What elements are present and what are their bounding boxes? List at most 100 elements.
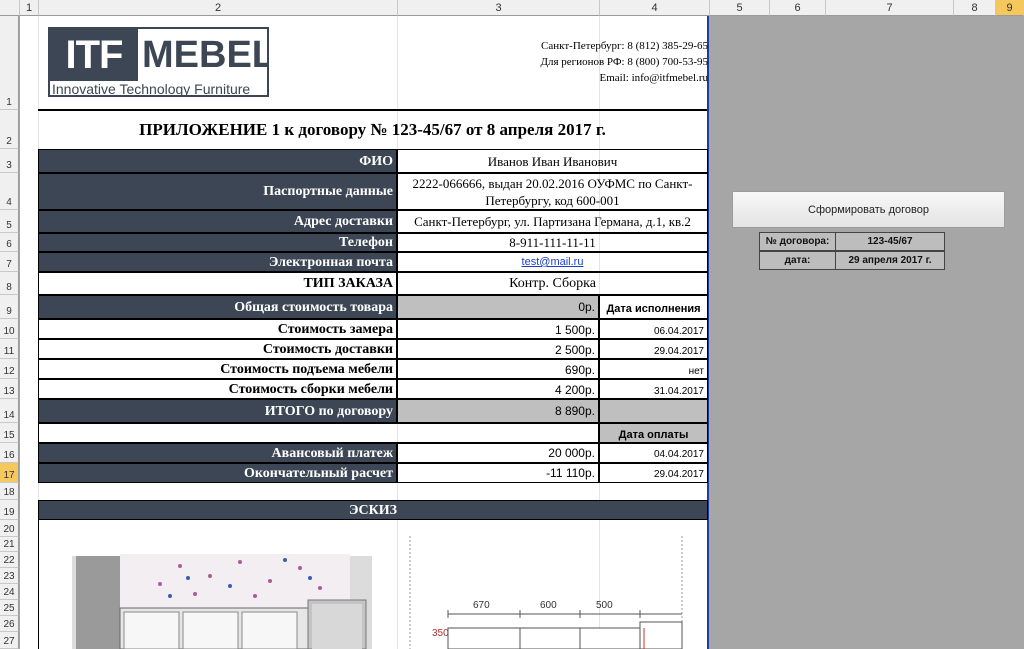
row-header[interactable]: 22 <box>0 552 19 568</box>
column-header-7[interactable]: 7 <box>826 0 954 16</box>
fio-value[interactable]: Иванов Иван Иванович <box>397 149 708 173</box>
row-header[interactable]: 1 <box>0 16 19 110</box>
passport-label: Паспортные данные <box>38 173 397 210</box>
row-header[interactable]: 11 <box>0 339 19 359</box>
logo-wordmark: MEBEL <box>142 34 267 76</box>
row-header[interactable]: 4 <box>0 173 19 210</box>
page-title: ПРИЛОЖЕНИЕ 1 к договору № 123-45/67 от 8… <box>139 120 606 139</box>
row-header[interactable]: 6 <box>0 233 19 252</box>
sketch-header: ЭСКИЗ <box>38 500 708 520</box>
column-header-4[interactable]: 4 <box>600 0 710 16</box>
address-label: Адрес доставки <box>38 210 397 233</box>
row-header[interactable]: 26 <box>0 616 19 632</box>
delivery-cost-value[interactable]: 2 500р. <box>397 339 599 359</box>
final-payment-value[interactable]: -11 110р. <box>397 463 599 483</box>
column-header-2[interactable]: 2 <box>39 0 398 16</box>
row-header[interactable]: 23 <box>0 568 19 584</box>
kitchen-drawing: 670 600 500 350 <box>409 536 683 649</box>
column-header-3[interactable]: 3 <box>398 0 600 16</box>
total-label: ИТОГО по договору <box>38 399 397 423</box>
passport-value[interactable]: 2222-066666, выдан 20.02.2016 ОУФМС по С… <box>397 173 708 210</box>
row-header[interactable]: 2 <box>0 110 19 149</box>
column-header-1[interactable]: 1 <box>20 0 39 16</box>
row-header[interactable]: 16 <box>0 443 19 463</box>
row-header[interactable]: 17 <box>0 463 19 483</box>
phone-value[interactable]: 8-911-111-11-11 <box>397 233 708 252</box>
measure-cost-label: Стоимость замера <box>38 319 397 339</box>
divider <box>38 109 707 111</box>
assembly-date[interactable]: 31.04.2017 <box>599 379 708 399</box>
row-header[interactable]: 8 <box>0 272 19 295</box>
row-header[interactable]: 10 <box>0 319 19 339</box>
contact-phone-spb: Санкт-Петербург: 8 (812) 385-29-65 <box>541 40 708 52</box>
assembly-cost-label: Стоимость сборки мебели <box>38 379 397 399</box>
sketch-border <box>38 520 39 649</box>
advance-label: Авансовый платеж <box>38 443 397 463</box>
execution-date-header: Дата исполнения <box>599 295 708 319</box>
row-header[interactable]: 24 <box>0 584 19 600</box>
row-header[interactable]: 5 <box>0 210 19 233</box>
assembly-cost-value[interactable]: 4 200р. <box>397 379 599 399</box>
measure-cost-value[interactable]: 1 500р. <box>397 319 599 339</box>
fio-label: ФИО <box>38 149 397 173</box>
contract-date-value[interactable]: 29 апреля 2017 г. <box>835 251 945 270</box>
kitchen-render-image <box>72 554 372 649</box>
contract-number-value[interactable]: 123-45/67 <box>835 232 945 251</box>
generate-contract-button[interactable]: Сформировать договор <box>732 191 1005 228</box>
lift-date[interactable]: нет <box>599 359 708 379</box>
delivery-cost-label: Стоимость доставки <box>38 339 397 359</box>
row-header[interactable]: 19 <box>0 500 19 520</box>
row-header[interactable]: 15 <box>0 423 19 443</box>
column-header-8[interactable]: 8 <box>954 0 996 16</box>
row-header[interactable]: 7 <box>0 252 19 272</box>
goods-cost-value[interactable]: 0р. <box>397 295 599 319</box>
lift-cost-value[interactable]: 690р. <box>397 359 599 379</box>
contract-date-label: дата: <box>759 251 836 270</box>
select-all-corner[interactable] <box>0 0 20 16</box>
row-header[interactable]: 9 <box>0 295 19 319</box>
row-header[interactable]: 25 <box>0 600 19 616</box>
advance-date[interactable]: 04.04.2017 <box>599 443 708 463</box>
column-header-6[interactable]: 6 <box>770 0 826 16</box>
company-logo: ITF MEBEL Innovative Technology Furnitur… <box>48 27 269 97</box>
total-date-empty[interactable] <box>599 399 708 423</box>
spacer-row <box>38 423 599 443</box>
row-header[interactable]: 27 <box>0 632 19 649</box>
phone-label: Телефон <box>38 233 397 252</box>
dimension-label: 500 <box>596 600 613 611</box>
total-value[interactable]: 8 890р. <box>397 399 599 423</box>
logo-itf-mark: ITF <box>50 29 138 81</box>
measure-date[interactable]: 06.04.2017 <box>599 319 708 339</box>
passport-line-1: 2222-066666, выдан 20.02.2016 ОУФМС по С… <box>412 176 693 191</box>
print-area[interactable]: ITF MEBEL Innovative Technology Furnitur… <box>20 16 709 649</box>
goods-cost-label: Общая стоимость товара <box>38 295 397 319</box>
order-type-value[interactable]: Контр. Сборка <box>397 272 708 295</box>
row-header[interactable]: 3 <box>0 149 19 173</box>
payment-date-header: Дата оплаты <box>599 423 708 443</box>
dimension-label: 670 <box>473 600 490 611</box>
logo-tagline: Innovative Technology Furniture <box>52 81 251 97</box>
address-value[interactable]: Санкт-Петербург, ул. Партизана Германа, … <box>397 210 708 233</box>
dimension-label-height: 350 <box>432 628 449 639</box>
delivery-date[interactable]: 29.04.2017 <box>599 339 708 359</box>
dimension-label: 600 <box>540 600 557 611</box>
lift-cost-label: Стоимость подъема мебели <box>38 359 397 379</box>
contact-email: Email: info@itfmebel.ru <box>599 72 709 84</box>
column-header-9[interactable]: 9 <box>996 0 1024 16</box>
row-header[interactable]: 21 <box>0 537 19 552</box>
contact-phone-russia: Для регионов РФ: 8 (800) 700-53-95 <box>540 56 709 68</box>
passport-line-2: Петербургу, код 600-001 <box>485 193 620 208</box>
email-label: Электронная почта <box>38 252 397 272</box>
row-header[interactable]: 13 <box>0 379 19 399</box>
final-payment-label: Окончательный расчет <box>38 463 397 483</box>
row-header[interactable]: 20 <box>0 520 19 537</box>
row-header[interactable]: 12 <box>0 359 19 379</box>
row-header[interactable]: 18 <box>0 483 19 500</box>
order-type-label: ТИП ЗАКАЗА <box>38 272 397 295</box>
row-header[interactable]: 14 <box>0 399 19 423</box>
final-payment-date[interactable]: 29.04.2017 <box>599 463 708 483</box>
column-header-5[interactable]: 5 <box>710 0 770 16</box>
email-link[interactable]: test@mail.ru <box>397 252 708 272</box>
contract-number-label: № договора: <box>759 232 836 251</box>
advance-value[interactable]: 20 000р. <box>397 443 599 463</box>
